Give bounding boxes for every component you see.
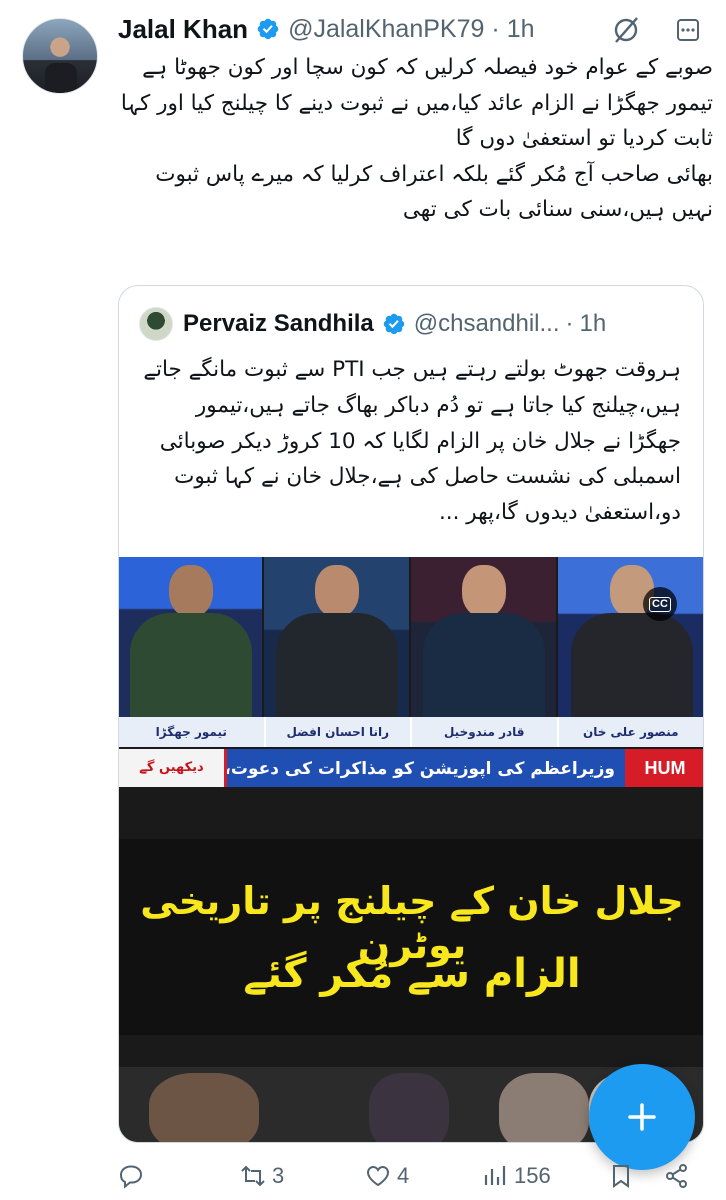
author-handle[interactable]: @JalalKhanPK79	[288, 15, 484, 44]
views-icon	[484, 1166, 506, 1185]
video-panel-4	[558, 557, 703, 717]
show-logo: دیکھیں گے	[119, 749, 227, 787]
guest-name: تیمور جھگڑا	[119, 717, 266, 747]
views-count: 156	[514, 1163, 551, 1188]
ticker-text: وزیراعظم کی اپوزیشن کو مذاکرات کی دعوت، …	[227, 758, 615, 779]
quoted-author-handle[interactable]: @chsandhil...	[414, 310, 560, 338]
compose-button[interactable]	[589, 1064, 695, 1170]
video-panel-3	[411, 557, 556, 717]
like-icon	[366, 1165, 390, 1187]
verified-badge-icon	[383, 313, 404, 335]
bookmark-icon	[613, 1165, 629, 1188]
share-button[interactable]	[664, 1156, 690, 1196]
grok-icon[interactable]	[610, 14, 642, 46]
quoted-tweet-header: Pervaiz Sandhila @chsandhil... · 1h	[139, 304, 699, 344]
like-button[interactable]: 4	[365, 1156, 409, 1196]
quoted-tweet-video[interactable]: CC تیمور جھگڑا رانا احسان افضل قادر مندو…	[119, 557, 704, 1142]
quoted-tweet[interactable]: Pervaiz Sandhila @chsandhil... · 1h ہروق…	[118, 285, 704, 1143]
separator-dot: ·	[491, 14, 500, 43]
like-count: 4	[397, 1163, 410, 1188]
closed-captions-button[interactable]: CC	[643, 587, 677, 621]
verified-badge-icon	[257, 18, 279, 40]
retweet-button[interactable]: 3	[240, 1156, 284, 1196]
banner-line-2: الزام سے مُکر گئے	[243, 951, 581, 997]
author-avatar[interactable]	[22, 18, 98, 94]
author-name[interactable]: Jalal Khan	[118, 14, 248, 45]
share-icon	[666, 1164, 687, 1188]
guest-name-bar: تیمور جھگڑا رانا احسان افضل قادر مندوخیل…	[119, 717, 704, 747]
retweet-count: 3	[272, 1163, 285, 1188]
quoted-author-name[interactable]: Pervaiz Sandhila	[183, 310, 374, 338]
tweet-actions: 3 4 156	[118, 1156, 718, 1196]
video-panel-1	[119, 557, 262, 717]
channel-logo: HUM	[625, 749, 703, 787]
news-ticker: دیکھیں گے وزیراعظم کی اپوزیشن کو مذاکرات…	[119, 749, 703, 787]
guest-name: منصور علی خان	[559, 717, 704, 747]
separator-dot: ·	[565, 310, 574, 337]
quoted-author-avatar[interactable]	[139, 307, 173, 341]
views-button[interactable]: 156	[482, 1156, 551, 1196]
retweet-icon	[241, 1165, 265, 1187]
headline-banner: جلال خان کے چیلنج پر تاریخی یوٹرن الزام …	[119, 839, 703, 1035]
reply-button[interactable]	[118, 1156, 150, 1196]
compose-icon	[628, 1103, 656, 1131]
bookmark-button[interactable]	[608, 1156, 634, 1196]
reply-icon	[119, 1165, 143, 1189]
video-panel-2	[264, 557, 409, 717]
more-icon[interactable]	[672, 14, 704, 46]
quoted-tweet-text: ہروقت جھوٹ بولتے رہتے ہیں جب PTI سے ثبوت…	[136, 357, 681, 526]
tweet-time[interactable]: 1h	[507, 15, 535, 44]
guest-name: قادر مندوخیل	[412, 717, 559, 747]
guest-name: رانا احسان افضل	[266, 717, 412, 747]
quoted-tweet-time[interactable]: 1h	[580, 310, 607, 338]
tweet-text: صوبے کے عوام خود فیصلہ کرلیں کہ کون سچا …	[120, 55, 713, 223]
